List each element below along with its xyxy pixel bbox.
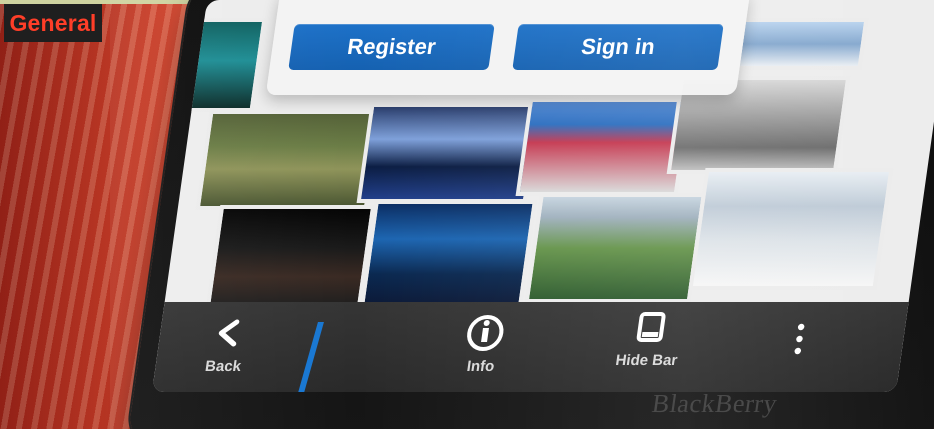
auth-dialog: Register Sign in: [265, 0, 751, 95]
active-tab-indicator: [297, 322, 324, 392]
photo-tile[interactable]: [688, 168, 894, 290]
register-button[interactable]: Register: [288, 24, 495, 70]
photo-tile[interactable]: [359, 200, 537, 308]
info-icon: [442, 310, 528, 356]
screenshot-photo: General Register Sign in Back Info Hide …: [0, 0, 934, 429]
photo-tile[interactable]: [515, 98, 692, 196]
hide-bar-icon: [590, 304, 712, 350]
hide-bar-label: Hide Bar: [614, 352, 679, 369]
photo-tile[interactable]: [735, 18, 869, 70]
more-action[interactable]: [782, 316, 818, 356]
sign-in-button[interactable]: Sign in: [512, 24, 724, 70]
bottom-action-bar: Back Info Hide Bar: [152, 302, 909, 392]
back-label: Back: [203, 358, 243, 375]
more-icon: [781, 316, 817, 362]
back-icon: [177, 310, 278, 356]
photo-tile[interactable]: [524, 193, 706, 303]
info-action[interactable]: Info: [438, 310, 528, 382]
back-action[interactable]: Back: [173, 310, 278, 384]
photo-tile[interactable]: [195, 110, 382, 210]
info-label: Info: [465, 358, 496, 375]
photo-tile[interactable]: [205, 205, 376, 310]
phone-screen: Register Sign in Back Info Hide Bar: [152, 0, 934, 392]
hide-bar-action[interactable]: Hide Bar: [586, 304, 713, 379]
brand-logo-text: BlackBerry: [650, 389, 780, 418]
photo-tile[interactable]: [356, 103, 541, 203]
category-badge: General: [4, 4, 102, 42]
